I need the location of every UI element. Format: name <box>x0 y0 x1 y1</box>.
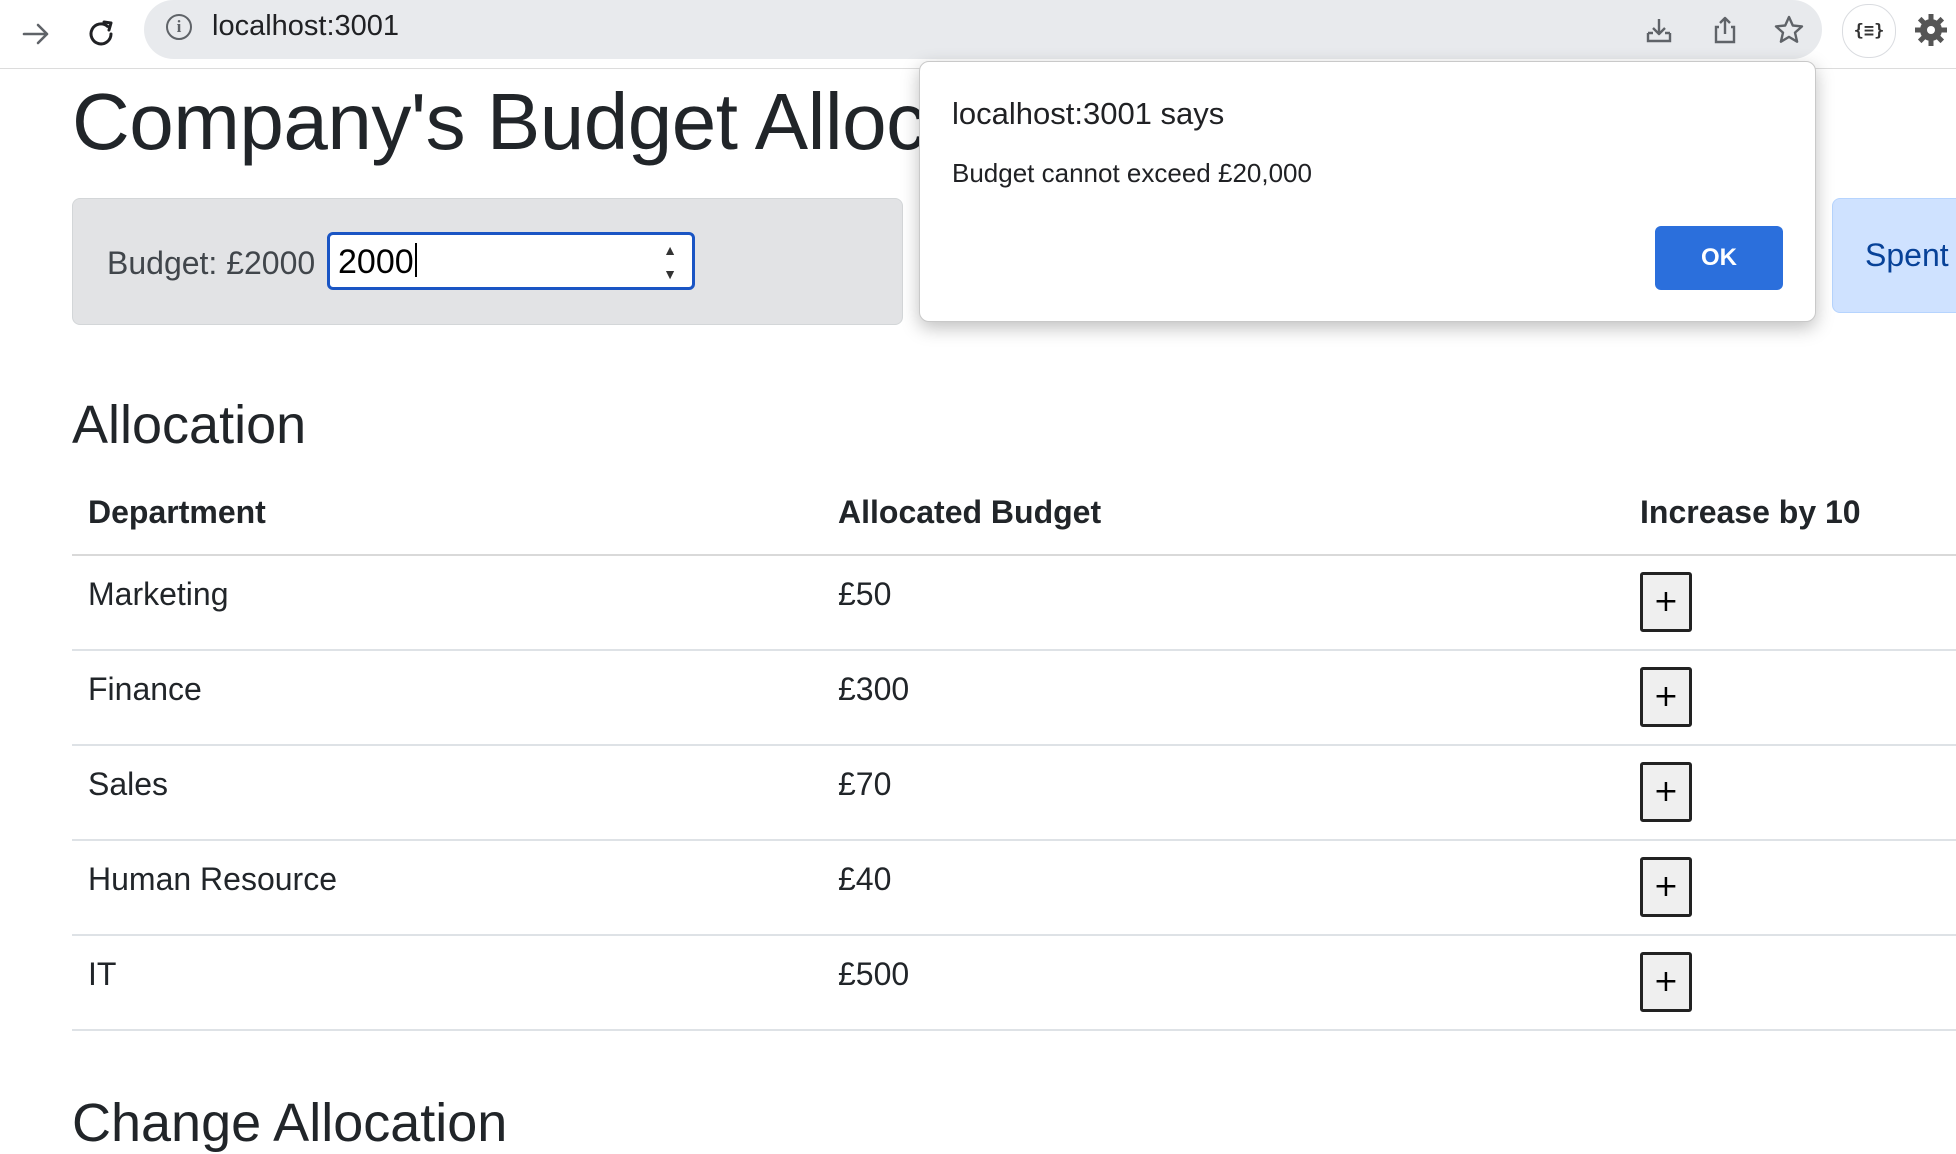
table-row: IT £500 + <box>72 936 1956 1031</box>
table-row: Finance £300 + <box>72 651 1956 746</box>
department-name: Marketing <box>88 576 229 612</box>
department-name: IT <box>88 956 117 992</box>
budget-label: Budget: £2000 <box>107 245 316 281</box>
budget-input-value: 2000 <box>338 243 417 282</box>
star-icon[interactable] <box>1769 10 1809 50</box>
reload-icon[interactable] <box>75 8 127 60</box>
table-row: Human Resource £40 + <box>72 841 1956 936</box>
allocated-budget: £500 <box>838 956 910 992</box>
forward-arrow-icon[interactable] <box>10 8 62 60</box>
increase-button[interactable]: + <box>1640 667 1692 727</box>
spinner-down-icon[interactable]: ▼ <box>663 265 677 283</box>
department-name: Sales <box>88 766 169 802</box>
page-title: Company's Budget Alloc <box>72 77 926 166</box>
info-icon[interactable]: i <box>166 14 192 40</box>
number-spinner[interactable]: ▲ ▼ <box>658 241 682 283</box>
change-allocation-heading: Change Allocation <box>72 1093 508 1153</box>
json-formatter-icon[interactable]: {≡} <box>1842 4 1896 58</box>
department-name: Human Resource <box>88 861 337 897</box>
dialog-message: Budget cannot exceed £20,000 <box>952 158 1312 188</box>
allocation-table: Department Allocated Budget Increase by … <box>72 474 1956 1031</box>
spent-label: Spent <box>1865 237 1949 273</box>
allocated-budget: £40 <box>838 861 892 897</box>
install-icon[interactable] <box>1639 10 1679 50</box>
gear-icon[interactable] <box>1905 4 1956 56</box>
spinner-up-icon[interactable]: ▲ <box>663 241 677 259</box>
column-header-increase: Increase by 10 <box>1640 494 1861 530</box>
ok-button[interactable]: OK <box>1655 226 1783 290</box>
allocated-budget: £70 <box>838 766 892 802</box>
increase-button[interactable]: + <box>1640 952 1692 1012</box>
share-icon[interactable] <box>1705 10 1745 50</box>
column-header-allocated-budget: Allocated Budget <box>838 494 1102 530</box>
url-text: localhost:3001 <box>212 10 400 42</box>
budget-panel: Budget: £2000 2000 ▲ ▼ <box>72 198 903 325</box>
increase-button[interactable]: + <box>1640 572 1692 632</box>
table-row: Marketing £50 + <box>72 556 1956 651</box>
spent-panel: Spent <box>1832 198 1956 313</box>
increase-button[interactable]: + <box>1640 857 1692 917</box>
increase-button[interactable]: + <box>1640 762 1692 822</box>
address-bar[interactable]: i localhost:3001 <box>144 0 1822 59</box>
allocated-budget: £300 <box>838 671 910 707</box>
budget-input[interactable]: 2000 ▲ ▼ <box>327 232 695 290</box>
column-header-department: Department <box>88 494 266 530</box>
department-name: Finance <box>88 671 202 707</box>
allocation-heading: Allocation <box>72 395 307 455</box>
browser-toolbar: i localhost:3001 {≡} <box>0 0 1956 69</box>
table-header: Department Allocated Budget Increase by … <box>72 474 1956 556</box>
table-row: Sales £70 + <box>72 746 1956 841</box>
allocated-budget: £50 <box>838 576 892 612</box>
alert-dialog: localhost:3001 says Budget cannot exceed… <box>919 61 1816 322</box>
dialog-title: localhost:3001 says <box>952 96 1225 131</box>
